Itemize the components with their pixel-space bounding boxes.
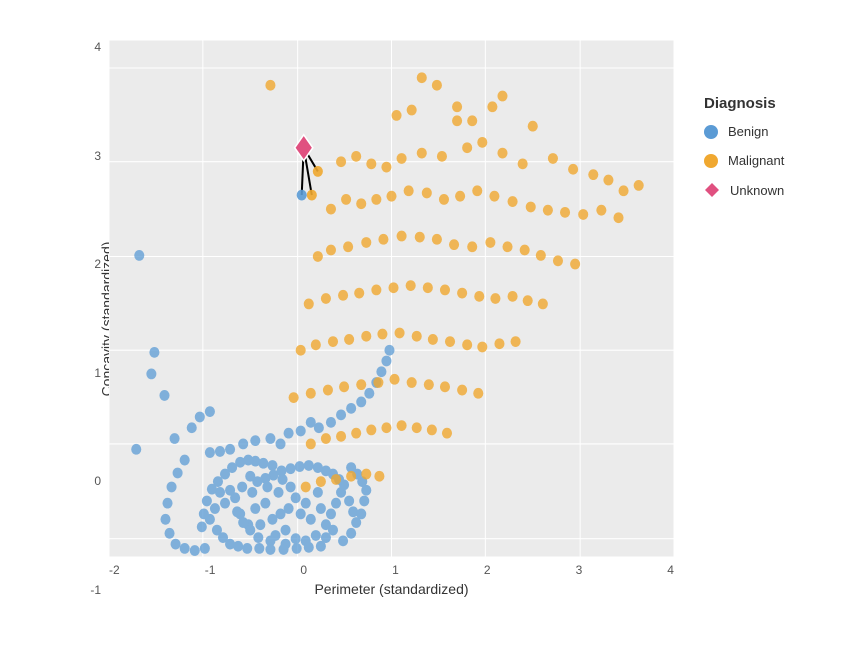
legend-label-malignant: Malignant xyxy=(728,153,784,168)
plot-area xyxy=(109,40,674,557)
scatter-plot xyxy=(109,40,674,557)
malignant-dot-icon xyxy=(704,154,718,168)
chart-wrapper: Concavity (standardized) 4 3 2 1 0 -1 xyxy=(0,0,864,672)
plot-with-axes: Concavity (standardized) 4 3 2 1 0 -1 xyxy=(10,20,684,652)
chart-container: Concavity (standardized) 4 3 2 1 0 -1 xyxy=(0,0,864,672)
x-axis-label: Perimeter (standardized) xyxy=(109,581,674,597)
chart-area: Concavity (standardized) 4 3 2 1 0 -1 xyxy=(10,20,684,652)
legend-item-malignant: Malignant xyxy=(704,153,844,168)
legend-item-unknown: Unknown xyxy=(704,182,844,198)
y-tick-0: 0 xyxy=(94,474,101,488)
unknown-diamond-icon xyxy=(704,182,720,198)
x-tick-3: 3 xyxy=(576,563,583,577)
legend: Diagnosis Benign Malignant Unknown xyxy=(694,80,854,227)
legend-label-benign: Benign xyxy=(728,124,768,139)
x-tick-2: 2 xyxy=(484,563,491,577)
x-tick-0: 0 xyxy=(300,563,307,577)
legend-item-benign: Benign xyxy=(704,124,844,139)
y-tick-neg1: -1 xyxy=(90,583,101,597)
legend-title: Diagnosis xyxy=(704,95,844,112)
x-tick-neg1: -1 xyxy=(205,563,216,577)
y-tick-3: 3 xyxy=(94,149,101,163)
x-tick-neg2: -2 xyxy=(109,563,120,577)
legend-label-unknown: Unknown xyxy=(730,183,784,198)
y-tick-4: 4 xyxy=(94,40,101,54)
x-tick-4: 4 xyxy=(667,563,674,577)
x-tick-1: 1 xyxy=(392,563,399,577)
benign-dot-icon xyxy=(704,125,718,139)
